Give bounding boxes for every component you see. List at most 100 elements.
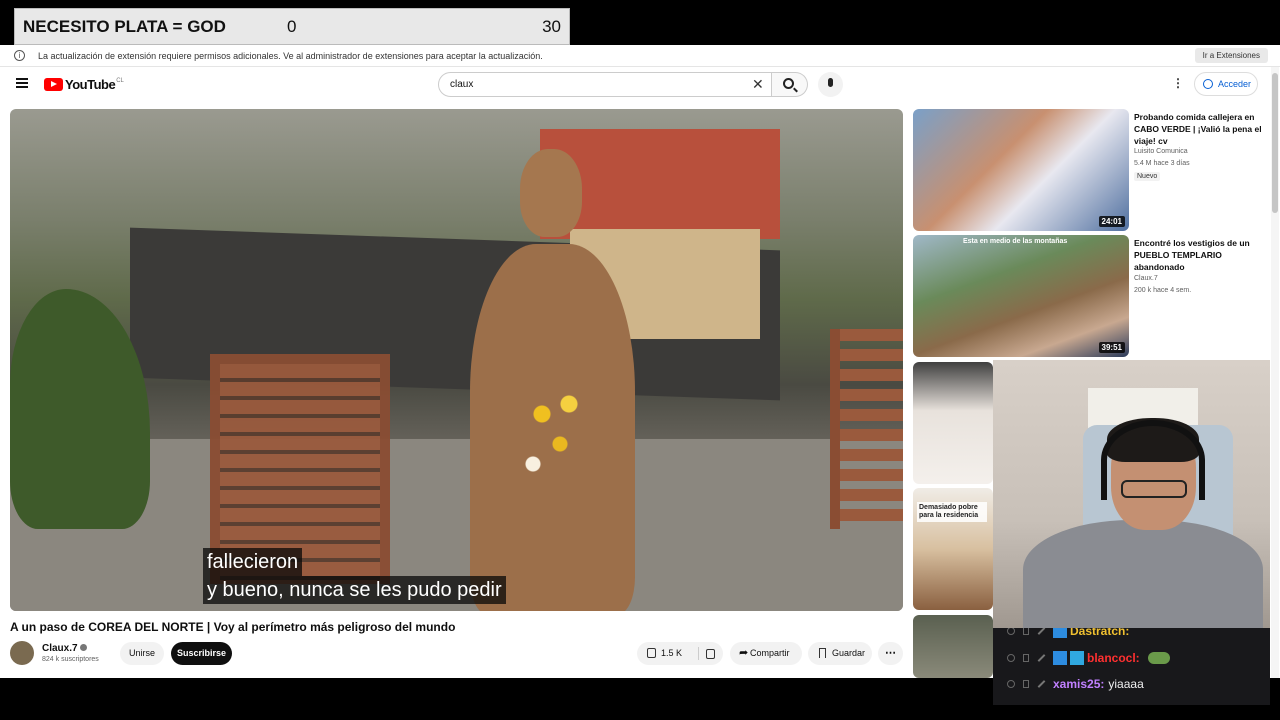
save-button[interactable]: Guardar [808,642,872,665]
scene-right-chair [830,329,903,529]
search-input[interactable]: claux [438,72,772,97]
recommended-video[interactable]: 24:01 Probando comida callejera en CABO … [913,109,1268,231]
subtitle-line-1: fallecieron [203,548,303,576]
recommended-title[interactable]: Encontré los vestigios de un PUEBLO TEMP… [1134,237,1262,273]
headset-icon [1101,420,1205,500]
recommended-meta: 5.4 M hace 3 días [1134,160,1190,167]
recommended-channel[interactable]: Claux.7 [1134,275,1158,282]
statue-head [520,149,582,237]
dislike-icon[interactable] [706,649,715,659]
chat-username: Dastratch: [1070,628,1130,638]
subscriber-count: 824 k suscriptores [42,656,99,663]
voice-search-button[interactable] [818,72,843,97]
signin-button[interactable]: Acceder [1194,72,1258,96]
recommended-thumbnail[interactable] [913,615,993,678]
verified-icon [79,644,87,651]
hamburger-menu-icon[interactable] [16,78,28,88]
thumbnail-text: Esta en medio de las montañas [963,238,1068,245]
info-icon: i [14,50,25,61]
badge-icon [1070,651,1084,665]
recommended-thumbnail[interactable] [913,362,993,484]
scrollbar-thumb[interactable] [1272,73,1278,213]
scene-flowers [515,384,605,484]
thumbnail-text: Demasiado pobre para la residencia [917,502,987,522]
stream-chat-overlay: Dastratch: blancocl: xamis25: yiaaaa [993,628,1270,705]
channel-name-text: Claux.7 [42,643,78,654]
recommended-thumbnail[interactable]: 24:01 [913,109,1129,231]
goal-current: 0 [287,16,297,36]
join-button[interactable]: Unirse [120,642,164,665]
video-title: A un paso de COREA DEL NORTE | Voy al pe… [10,620,456,634]
save-label: Guardar [832,648,866,658]
bookmark-icon [819,648,826,658]
video-player[interactable]: fallecieron y bueno, nunca se les pudo p… [10,109,903,611]
trash-icon [1023,628,1029,635]
chat-message: xamis25: yiaaaa [993,671,1270,697]
recommended-title[interactable]: Probando comida callejera en CABO VERDE … [1134,111,1262,147]
new-badge: Nuevo [1134,172,1161,181]
streamer-webcam [993,360,1270,628]
ban-icon [1007,628,1015,635]
chat-text: yiaaaa [1108,677,1144,691]
clear-search-icon[interactable]: ✕ [752,76,764,92]
recommended-meta: 200 k hace 4 sem. [1134,287,1192,294]
ban-icon [1007,680,1015,688]
youtube-logo[interactable]: YouTube CL [44,77,124,92]
settings-more-icon[interactable]: ⋮ [1172,77,1184,89]
more-actions-button[interactable]: ⋯ [878,642,903,665]
go-to-extensions-button[interactable]: Ir a Extensiones [1194,48,1268,63]
chat-username: blancocl: [1087,651,1140,665]
channel-avatar[interactable] [10,641,34,665]
badge-icon [1053,628,1067,638]
trash-icon [1023,680,1029,688]
recommended-video[interactable] [913,362,993,484]
country-code: CL [116,77,124,84]
like-dislike-group[interactable]: 1.5 K [637,642,723,665]
chat-message: blancocl: [993,645,1270,671]
scene-bush [10,289,150,529]
page-scrollbar[interactable] [1271,67,1279,678]
logo-text: YouTube [65,77,116,92]
donation-goal-overlay: NECESITO PLATA = GOD 0 30 [14,8,570,45]
chat-username: xamis25: [1053,677,1105,691]
extension-notice-bar: i La actualización de extensión requiere… [0,45,1280,67]
mic-icon [828,78,833,87]
goal-title: NECESITO PLATA = GOD [23,16,226,36]
share-icon: ➦ [739,647,749,659]
chat-message: Dastratch: [993,628,1270,644]
sword-icon [1037,628,1046,635]
recommended-video[interactable] [913,615,993,678]
trash-icon [1023,654,1029,662]
notice-text: La actualización de extensión requiere p… [38,50,543,61]
video-duration: 39:51 [1098,342,1125,353]
like-count: 1.5 K [661,648,683,658]
share-label: Compartir [750,648,790,658]
share-button[interactable]: ➦ Compartir [730,642,802,665]
youtube-header: YouTube CL claux ✕ ⋮ Acceder [0,67,1280,101]
subtitle-line-2: y bueno, nunca se les pudo pedir [203,576,506,604]
search-icon [783,78,794,89]
goal-target: 30 [542,16,561,36]
recommended-thumbnail[interactable]: Esta en medio de las montañas 39:51 [913,235,1129,357]
like-divider [698,647,699,660]
video-subtitles: fallecieron y bueno, nunca se les pudo p… [203,548,506,604]
sword-icon [1037,680,1046,688]
video-owner-row: Claux.7 824 k suscriptores Unirse Suscri… [10,641,903,667]
webcam-hoodie [1023,520,1263,628]
badge-icon [1053,651,1067,665]
search-button[interactable] [772,72,808,97]
recommended-thumbnail[interactable]: Demasiado pobre para la residencia [913,488,993,610]
user-icon [1203,79,1213,89]
sword-icon [1037,654,1046,662]
recommended-channel[interactable]: Luisito Comunica [1134,148,1188,155]
emote-icon [1147,652,1170,664]
channel-name[interactable]: Claux.7 [42,643,87,654]
recommended-video[interactable]: Esta en medio de las montañas 39:51 Enco… [913,235,1268,357]
stream-topbar: NECESITO PLATA = GOD 0 30 [0,0,1280,45]
recommended-video[interactable]: Demasiado pobre para la residencia [913,488,993,610]
like-icon[interactable] [647,648,656,658]
video-duration: 24:01 [1098,216,1125,227]
ban-icon [1007,654,1015,662]
subscribe-button[interactable]: Suscribirse [171,642,232,665]
scene-statue [450,149,650,611]
